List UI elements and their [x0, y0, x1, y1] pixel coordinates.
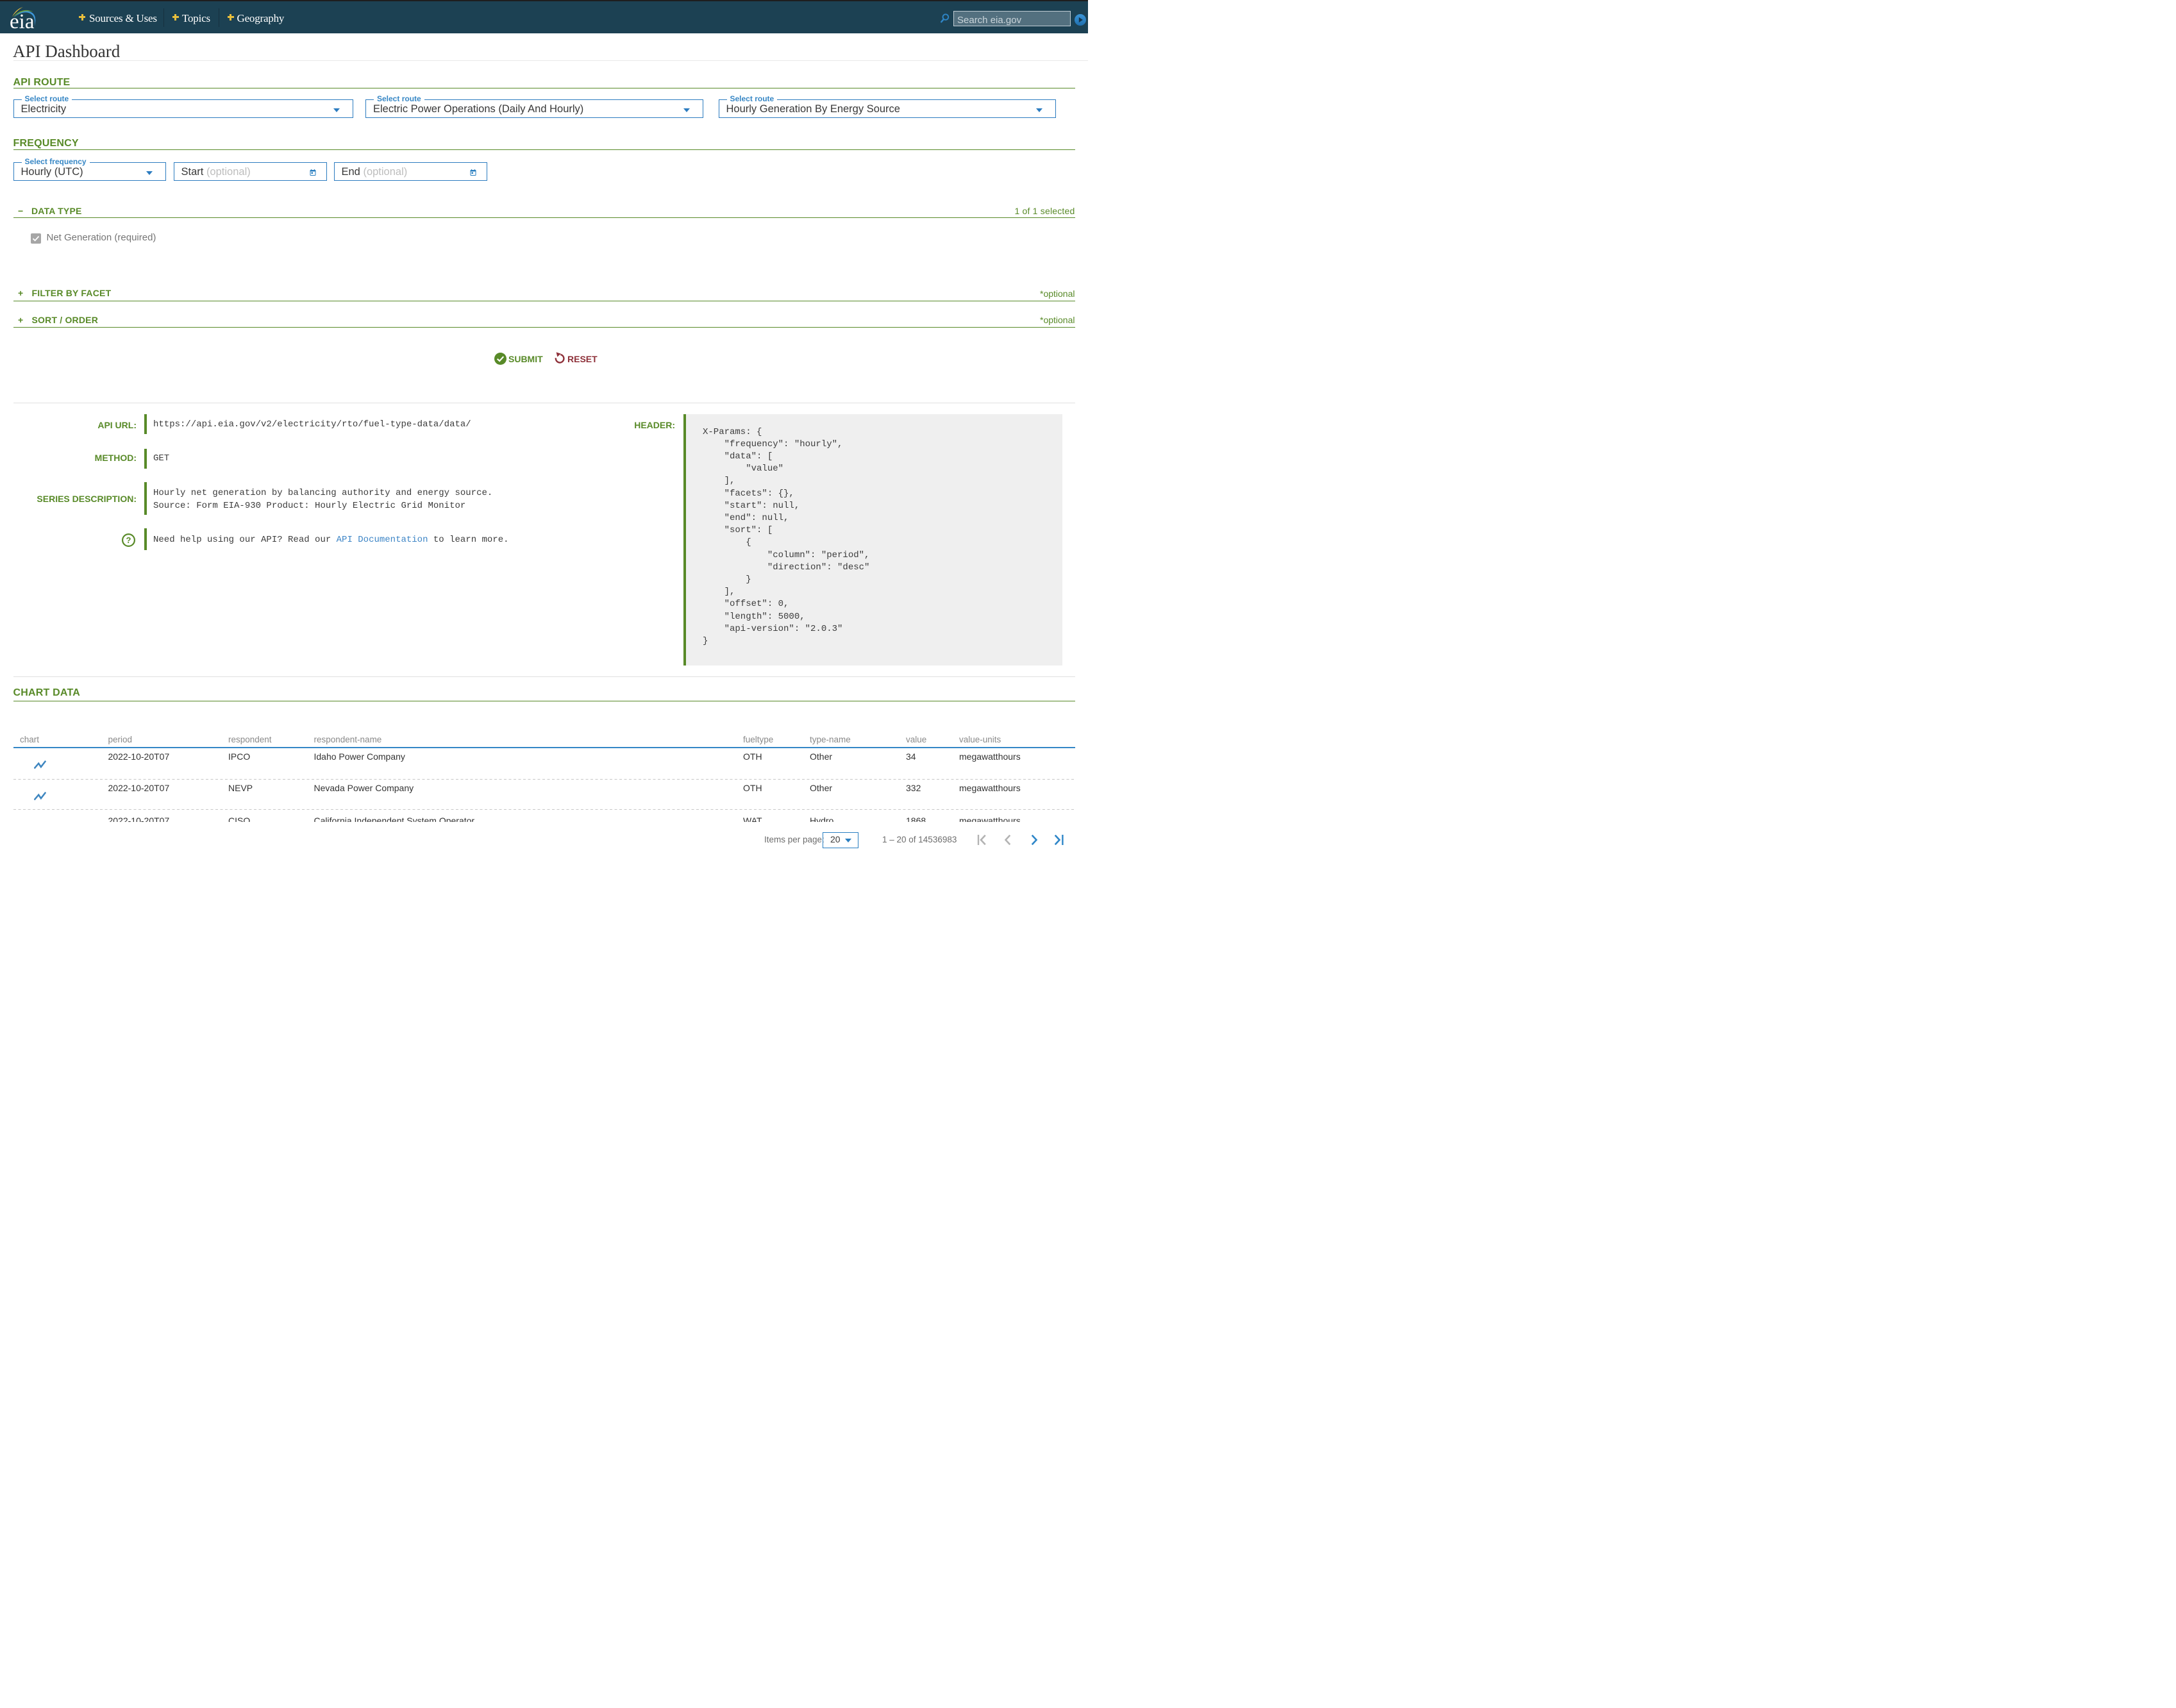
svg-text:?: ?	[126, 535, 131, 545]
svg-text:eia: eia	[10, 10, 35, 29]
